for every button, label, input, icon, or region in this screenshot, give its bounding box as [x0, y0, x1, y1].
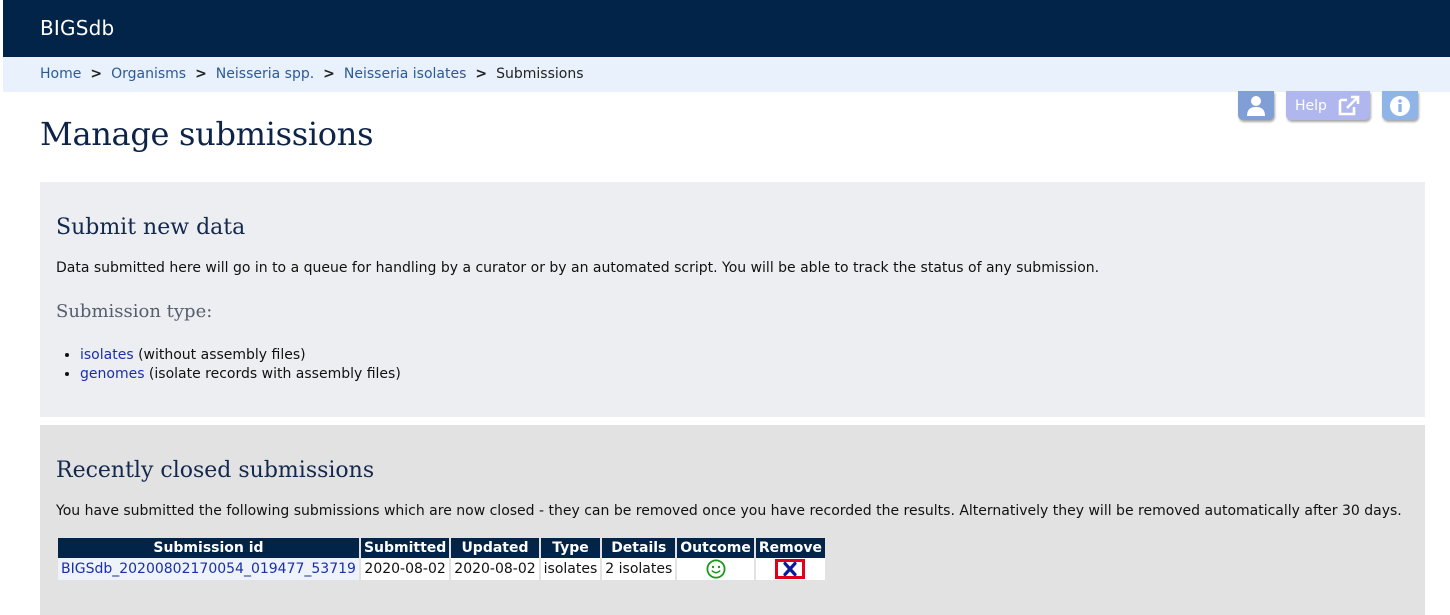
- smiley-icon: [706, 559, 726, 579]
- genomes-link[interactable]: genomes: [80, 366, 144, 382]
- type-cell: isolates: [540, 558, 601, 580]
- breadcrumb-separator: >: [90, 66, 103, 82]
- submit-description: Data submitted here will go in to a queu…: [56, 260, 1100, 276]
- external-link-icon: [1338, 95, 1360, 115]
- breadcrumb: Home > Organisms > Neisseria spp. > Neis…: [40, 66, 584, 82]
- user-account-button[interactable]: [1238, 91, 1274, 120]
- submission-type-list: isolates (without assembly files) genome…: [40, 346, 401, 384]
- column-header: Type: [540, 538, 601, 558]
- list-item: genomes (isolate records with assembly f…: [80, 365, 401, 384]
- breadcrumb-separator: >: [475, 66, 488, 82]
- column-header: Details: [602, 538, 676, 558]
- remove-icon: [783, 562, 797, 576]
- page-title: Manage submissions: [40, 115, 374, 153]
- breadcrumb-home[interactable]: Home: [40, 66, 81, 82]
- column-header: Remove: [755, 538, 825, 558]
- remove-cell: [755, 558, 825, 580]
- breadcrumb-organisms[interactable]: Organisms: [111, 66, 186, 82]
- column-header: Updated: [451, 538, 539, 558]
- column-header: Outcome: [677, 538, 754, 558]
- help-button[interactable]: Help: [1286, 91, 1370, 120]
- submit-section-title: Submit new data: [56, 215, 246, 240]
- breadcrumb-separator: >: [195, 66, 207, 82]
- column-header: Submission id: [58, 538, 359, 558]
- closed-description: You have submitted the following submiss…: [56, 503, 1402, 519]
- details-cell: 2 isolates: [602, 558, 676, 580]
- top-header-bar: BIGSdb: [3, 0, 1450, 57]
- breadcrumb-bar: Home > Organisms > Neisseria spp. > Neis…: [3, 57, 1450, 92]
- info-button[interactable]: [1382, 91, 1418, 120]
- app-title[interactable]: BIGSdb: [40, 16, 114, 40]
- breadcrumb-current: Submissions: [496, 66, 584, 82]
- table-header-row: Submission id Submitted Updated Type Det…: [58, 538, 825, 558]
- submitted-date-cell: 2020-08-02: [360, 558, 450, 580]
- breadcrumb-separator: >: [323, 66, 335, 82]
- remove-button[interactable]: [775, 559, 806, 579]
- closed-submissions-panel: Recently closed submissions You have sub…: [40, 425, 1425, 615]
- updated-date-cell: 2020-08-02: [451, 558, 539, 580]
- isolates-link[interactable]: isolates: [80, 347, 134, 363]
- outcome-cell: [677, 558, 754, 580]
- submission-id-cell: BIGSdb_20200802170054_019477_53719: [58, 558, 359, 580]
- submission-id-link[interactable]: BIGSdb_20200802170054_019477_53719: [61, 561, 356, 577]
- closed-section-title: Recently closed submissions: [56, 458, 375, 483]
- closed-submissions-table: Submission id Submitted Updated Type Det…: [56, 538, 827, 580]
- help-label: Help: [1295, 97, 1327, 114]
- genomes-note: (isolate records with assembly files): [144, 366, 401, 382]
- breadcrumb-neisseria-isolates[interactable]: Neisseria isolates: [344, 66, 466, 82]
- column-header: Submitted: [360, 538, 450, 558]
- user-icon: [1247, 95, 1265, 116]
- isolates-note: (without assembly files): [133, 347, 306, 363]
- list-item: isolates (without assembly files): [80, 346, 401, 365]
- top-right-toolbar: Help: [1238, 91, 1418, 120]
- table-row: BIGSdb_20200802170054_019477_53719 2020-…: [58, 558, 825, 580]
- submission-type-heading: Submission type:: [56, 301, 213, 322]
- submit-new-data-panel: Submit new data Data submitted here will…: [40, 182, 1425, 417]
- breadcrumb-neisseria-spp[interactable]: Neisseria spp.: [216, 66, 314, 82]
- info-icon: [1390, 95, 1410, 116]
